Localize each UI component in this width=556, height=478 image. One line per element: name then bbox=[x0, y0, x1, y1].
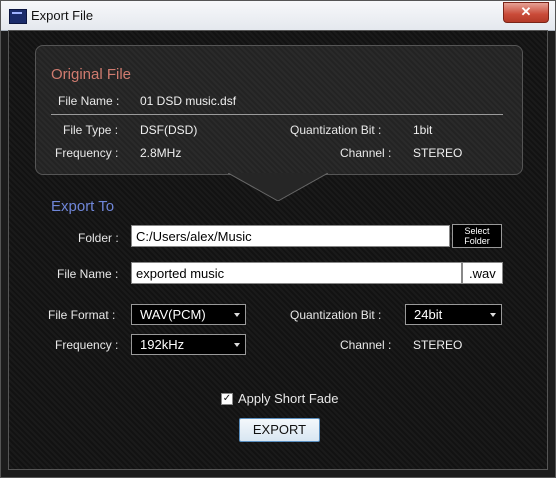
select-folder-label-line2: Folder bbox=[464, 236, 490, 246]
file-format-label: File Format : bbox=[48, 308, 116, 322]
file-format-dropdown[interactable]: WAV(PCM) bbox=[131, 304, 246, 325]
original-file-name-label: File Name : bbox=[58, 94, 120, 108]
divider bbox=[51, 114, 503, 115]
original-file-heading: Original File bbox=[51, 66, 132, 83]
chevron-down-icon bbox=[490, 313, 496, 317]
window-title: Export File bbox=[31, 8, 94, 23]
original-file-type-label: File Type : bbox=[63, 123, 119, 137]
quantization-bit-dropdown[interactable]: 24bit bbox=[405, 304, 502, 325]
title-bar[interactable]: Export File ✕ bbox=[1, 1, 555, 31]
folder-path-input[interactable]: C:/Users/alex/Music bbox=[131, 225, 450, 247]
original-channel-label: Channel : bbox=[340, 146, 392, 160]
quantization-bit-selected: 24bit bbox=[414, 307, 443, 322]
export-channel-value: STEREO bbox=[413, 338, 463, 352]
chevron-down-icon bbox=[234, 343, 240, 347]
select-folder-label-line1: Select bbox=[464, 226, 490, 236]
export-to-heading: Export To bbox=[51, 198, 115, 215]
apply-short-fade-checkbox[interactable]: ✓ bbox=[221, 393, 233, 405]
original-channel-value: STEREO bbox=[413, 146, 463, 160]
export-button[interactable]: EXPORT bbox=[239, 418, 320, 442]
original-frequency-label: Frequency : bbox=[55, 146, 119, 160]
original-file-name-value: 01 DSD music.dsf bbox=[140, 94, 237, 108]
original-frequency-value: 2.8MHz bbox=[140, 146, 182, 160]
export-channel-label: Channel : bbox=[340, 338, 392, 352]
panel-pointer-arrow bbox=[228, 173, 328, 201]
original-quant-label: Quantization Bit : bbox=[290, 123, 382, 137]
folder-label: Folder : bbox=[78, 231, 119, 245]
frequency-selected: 192kHz bbox=[140, 337, 185, 352]
chevron-down-icon bbox=[234, 313, 240, 317]
frequency-dropdown[interactable]: 192kHz bbox=[131, 334, 246, 355]
apply-short-fade-label[interactable]: Apply Short Fade bbox=[238, 391, 338, 406]
original-quant-value: 1bit bbox=[413, 123, 433, 137]
select-folder-button[interactable]: Select Folder bbox=[452, 224, 502, 248]
file-extension-display: .wav bbox=[462, 262, 503, 284]
export-file-name-input[interactable]: exported music bbox=[131, 262, 462, 284]
export-file-name-label: File Name : bbox=[57, 267, 119, 281]
export-quant-label: Quantization Bit : bbox=[290, 308, 382, 322]
close-button[interactable]: ✕ bbox=[503, 2, 549, 23]
app-icon bbox=[9, 9, 27, 24]
export-frequency-label: Frequency : bbox=[55, 338, 119, 352]
original-file-type-value: DSF(DSD) bbox=[140, 123, 198, 137]
file-format-selected: WAV(PCM) bbox=[140, 307, 206, 322]
